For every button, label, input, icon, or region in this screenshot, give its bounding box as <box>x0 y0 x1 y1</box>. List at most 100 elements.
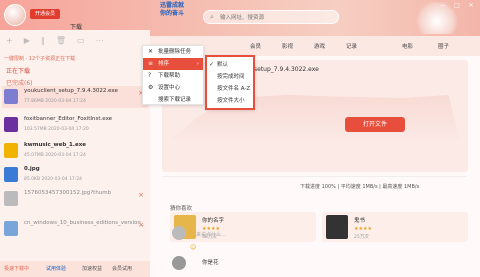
comment-input[interactable]: 来说点什么... <box>196 231 226 238</box>
pause-icon[interactable]: ‖ <box>41 36 45 50</box>
vip-badge[interactable]: 开通会员 <box>30 9 60 19</box>
check-icon: ✓ <box>209 61 215 68</box>
list-item[interactable]: kwmusic_web_1.exe 45.07MB 2020-03-04 17:… <box>2 140 148 162</box>
folder-icon[interactable]: ▭ <box>77 36 85 50</box>
list-item[interactable]: youkuclient_setup_7.9.4.3022.exe 77.86MB… <box>2 86 148 108</box>
menu-item-batch-delete[interactable]: ✕ 批量删除任务 <box>143 46 203 58</box>
tab-download[interactable]: 下载 <box>70 22 82 31</box>
context-menu: ✕ 批量删除任务 ≡ 排序 › ? 下载帮助 ⚙ 设置中心 搜索下载记录 <box>142 45 204 105</box>
sort-option-time[interactable]: 按完成时间 <box>207 71 253 83</box>
emoji-icon[interactable]: ☺ <box>190 244 196 251</box>
sort-option-label: 按文件名 A-Z <box>217 86 251 92</box>
delete-icon[interactable]: 🗑 <box>56 36 66 50</box>
close-window-button[interactable]: ✕ <box>466 2 476 12</box>
settings-icon: ⚙ <box>148 84 154 91</box>
list-item[interactable]: cn_windows_10_business_editions_version_… <box>2 218 148 248</box>
window-controls: — □ ✕ <box>438 2 476 12</box>
close-icon: ✕ <box>148 48 154 55</box>
divider <box>163 176 466 177</box>
menu-item-label: 搜索下载记录 <box>158 97 192 103</box>
file-meta: 85.0KB 2020-03-04 17:24 <box>24 177 83 182</box>
list-item[interactable]: foxitbanner_Editor_FoxitInst.exe 103.57M… <box>2 114 148 136</box>
bottom-right-label[interactable]: 加速权益 <box>82 265 102 272</box>
file-icon <box>4 143 18 158</box>
menu-item-label: 设置中心 <box>158 85 181 91</box>
menu-item-sort[interactable]: ≡ 排序 › <box>143 58 203 70</box>
file-name: youkuclient_setup_7.9.4.3022.exe <box>24 88 118 94</box>
menu-item-label: 排序 <box>158 61 170 67</box>
tab-game[interactable]: 游戏 <box>314 42 325 50</box>
search-icon: ⌕ <box>210 13 214 21</box>
file-name: 0.jpg <box>24 166 40 172</box>
card-views: 25万次 <box>354 235 369 240</box>
card-title: 鬼书 <box>354 218 366 224</box>
file-icon <box>4 89 18 104</box>
sort-icon: ≡ <box>148 60 154 67</box>
menu-item-settings[interactable]: ⚙ 设置中心 <box>143 82 203 94</box>
sort-option-default[interactable]: ✓ 默认 <box>207 59 253 71</box>
file-icon <box>4 167 18 182</box>
tab-record[interactable]: 记录 <box>346 42 357 50</box>
promo-line-2: 你的奋斗 <box>160 10 185 17</box>
file-name: 1576053457300152.jpg?thumb <box>24 190 112 196</box>
chevron-right-icon: › <box>196 61 199 67</box>
bottom-left-label[interactable]: 极速下载中 <box>4 265 29 272</box>
sort-submenu: ✓ 默认 按完成时间 按文件名 A-Z 按文件大小 <box>205 55 255 110</box>
more-icon[interactable]: ⋯ <box>96 36 104 50</box>
section-downloading[interactable]: 正在下载 <box>6 66 30 75</box>
card-title: 你的名字 <box>202 218 225 224</box>
bottom-mid-label[interactable]: 试用体验 <box>46 265 66 272</box>
close-icon[interactable]: × <box>138 191 144 199</box>
left-tabs: 下载 <box>0 22 150 34</box>
download-toolbar: + ▶ ‖ 🗑 ▭ ⋯ <box>2 36 132 50</box>
card-stars: ★★★★ <box>354 226 372 232</box>
list-item[interactable]: 0.jpg 85.0KB 2020-03-04 17:24 <box>2 164 148 186</box>
file-name: kwmusic_web_1.exe <box>24 142 86 148</box>
tab-movie[interactable]: 电影 <box>402 42 413 50</box>
file-name: cn_windows_10_business_editions_version_… <box>24 220 144 226</box>
file-meta: 77.86MB 2020-03-04 17:24 <box>24 99 86 104</box>
help-icon: ? <box>148 72 152 79</box>
recommend-card[interactable]: 你的名字 ★★★★ 38万次 <box>170 212 316 242</box>
download-stats: 下载进度 100% | 平均速度 1MB/s | 最高速度 1MB/s <box>300 184 420 190</box>
sort-option-label: 默认 <box>217 62 229 68</box>
file-icon <box>4 191 18 206</box>
sort-option-size[interactable]: 按文件大小 <box>207 95 253 107</box>
hero-filename: setup_7.9.4.3022.exe <box>254 66 319 73</box>
promo-banner[interactable]: 迅雷成就 你的奋斗 <box>160 2 200 32</box>
promo-line-1: 迅雷成就 <box>160 2 185 9</box>
tab-video[interactable]: 影视 <box>282 42 293 50</box>
file-icon <box>4 221 18 236</box>
tab-circle[interactable]: 圈子 <box>438 42 449 50</box>
open-file-button[interactable]: 打开文件 <box>345 117 405 132</box>
add-icon[interactable]: + <box>6 36 13 50</box>
file-meta: 103.57MB 2020-03-04 17:20 <box>24 127 89 132</box>
play-icon[interactable]: ▶ <box>24 36 30 50</box>
menu-item-search-records[interactable]: 搜索下载记录 <box>143 94 203 106</box>
minimize-button[interactable]: — <box>438 2 448 12</box>
avatar <box>172 256 186 270</box>
search-input[interactable] <box>220 12 336 23</box>
sort-option-label: 按文件大小 <box>217 98 245 104</box>
file-meta: 45.07MB 2020-03-04 17:24 <box>24 153 86 158</box>
cover-image <box>326 215 348 239</box>
sort-option-label: 按完成时间 <box>217 74 245 80</box>
tab-vip[interactable]: 会员 <box>250 42 261 50</box>
file-name: foxitbanner_Editor_FoxitInst.exe <box>24 116 113 122</box>
menu-item-label: 下载帮助 <box>158 73 181 79</box>
recommend-card[interactable]: 鬼书 ★★★★ 25万次 <box>322 212 468 242</box>
menu-item-help[interactable]: ? 下载帮助 <box>143 70 203 82</box>
maximize-button[interactable]: □ <box>452 2 462 12</box>
recommend-title: 猜你喜欢 <box>170 206 193 212</box>
list-item[interactable]: 1576053457300152.jpg?thumb × <box>2 188 148 210</box>
file-icon <box>4 117 18 132</box>
bottom-more-label[interactable]: 会员试用 <box>112 265 132 272</box>
comment-user-name: 你是花 <box>202 260 219 266</box>
search-box[interactable]: ⌕ <box>203 10 339 24</box>
bottom-bar: 极速下载中 试用体验 加速权益 会员试用 <box>0 261 150 277</box>
sort-option-name[interactable]: 按文件名 A-Z <box>207 83 253 95</box>
menu-item-label: 批量删除任务 <box>158 49 192 55</box>
status-text: 一键限制 · 12个子资源正在下载 <box>4 56 76 62</box>
close-icon[interactable]: × <box>138 221 144 229</box>
avatar <box>172 226 186 240</box>
